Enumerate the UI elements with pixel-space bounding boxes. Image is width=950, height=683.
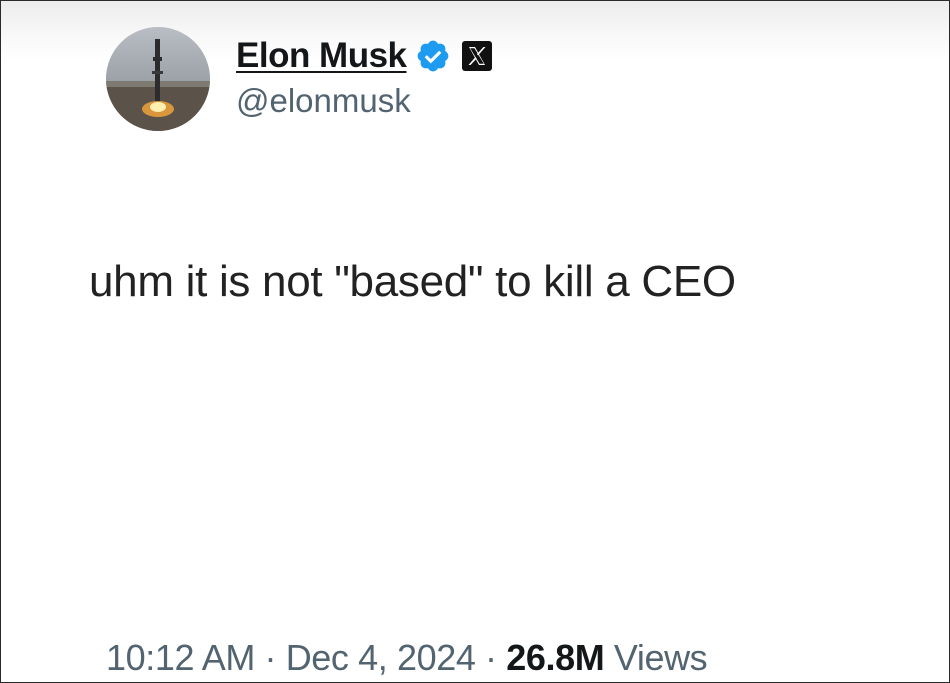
tweet-meta: 10:12 AM · Dec 4, 2024 · 26.8M Views [106, 637, 708, 679]
views-count: 26.8M [506, 637, 605, 678]
tweet-text: uhm it is not "based" to kill a CEO [89, 257, 736, 306]
meta-separator: · [254, 637, 286, 678]
tweet-date[interactable]: Dec 4, 2024 [286, 637, 476, 678]
display-name[interactable]: Elon Musk [236, 36, 407, 76]
author-identity: Elon Musk @elonmusk [236, 34, 493, 120]
user-handle[interactable]: @elonmusk [236, 82, 493, 120]
name-row: Elon Musk [236, 34, 493, 78]
tweet-header: Elon Musk @elonmusk [106, 27, 493, 131]
meta-separator: · [475, 637, 507, 678]
rocket-launch-avatar-icon [106, 27, 210, 131]
views-spacer [604, 637, 614, 678]
x-logo-icon[interactable] [461, 40, 493, 72]
tweet-card: Elon Musk @elonmusk uhm it is not "based… [0, 0, 950, 683]
verified-badge-icon [415, 38, 451, 74]
avatar[interactable] [106, 27, 210, 131]
tweet-time[interactable]: 10:12 AM [106, 637, 255, 678]
views-label: Views [613, 637, 708, 678]
